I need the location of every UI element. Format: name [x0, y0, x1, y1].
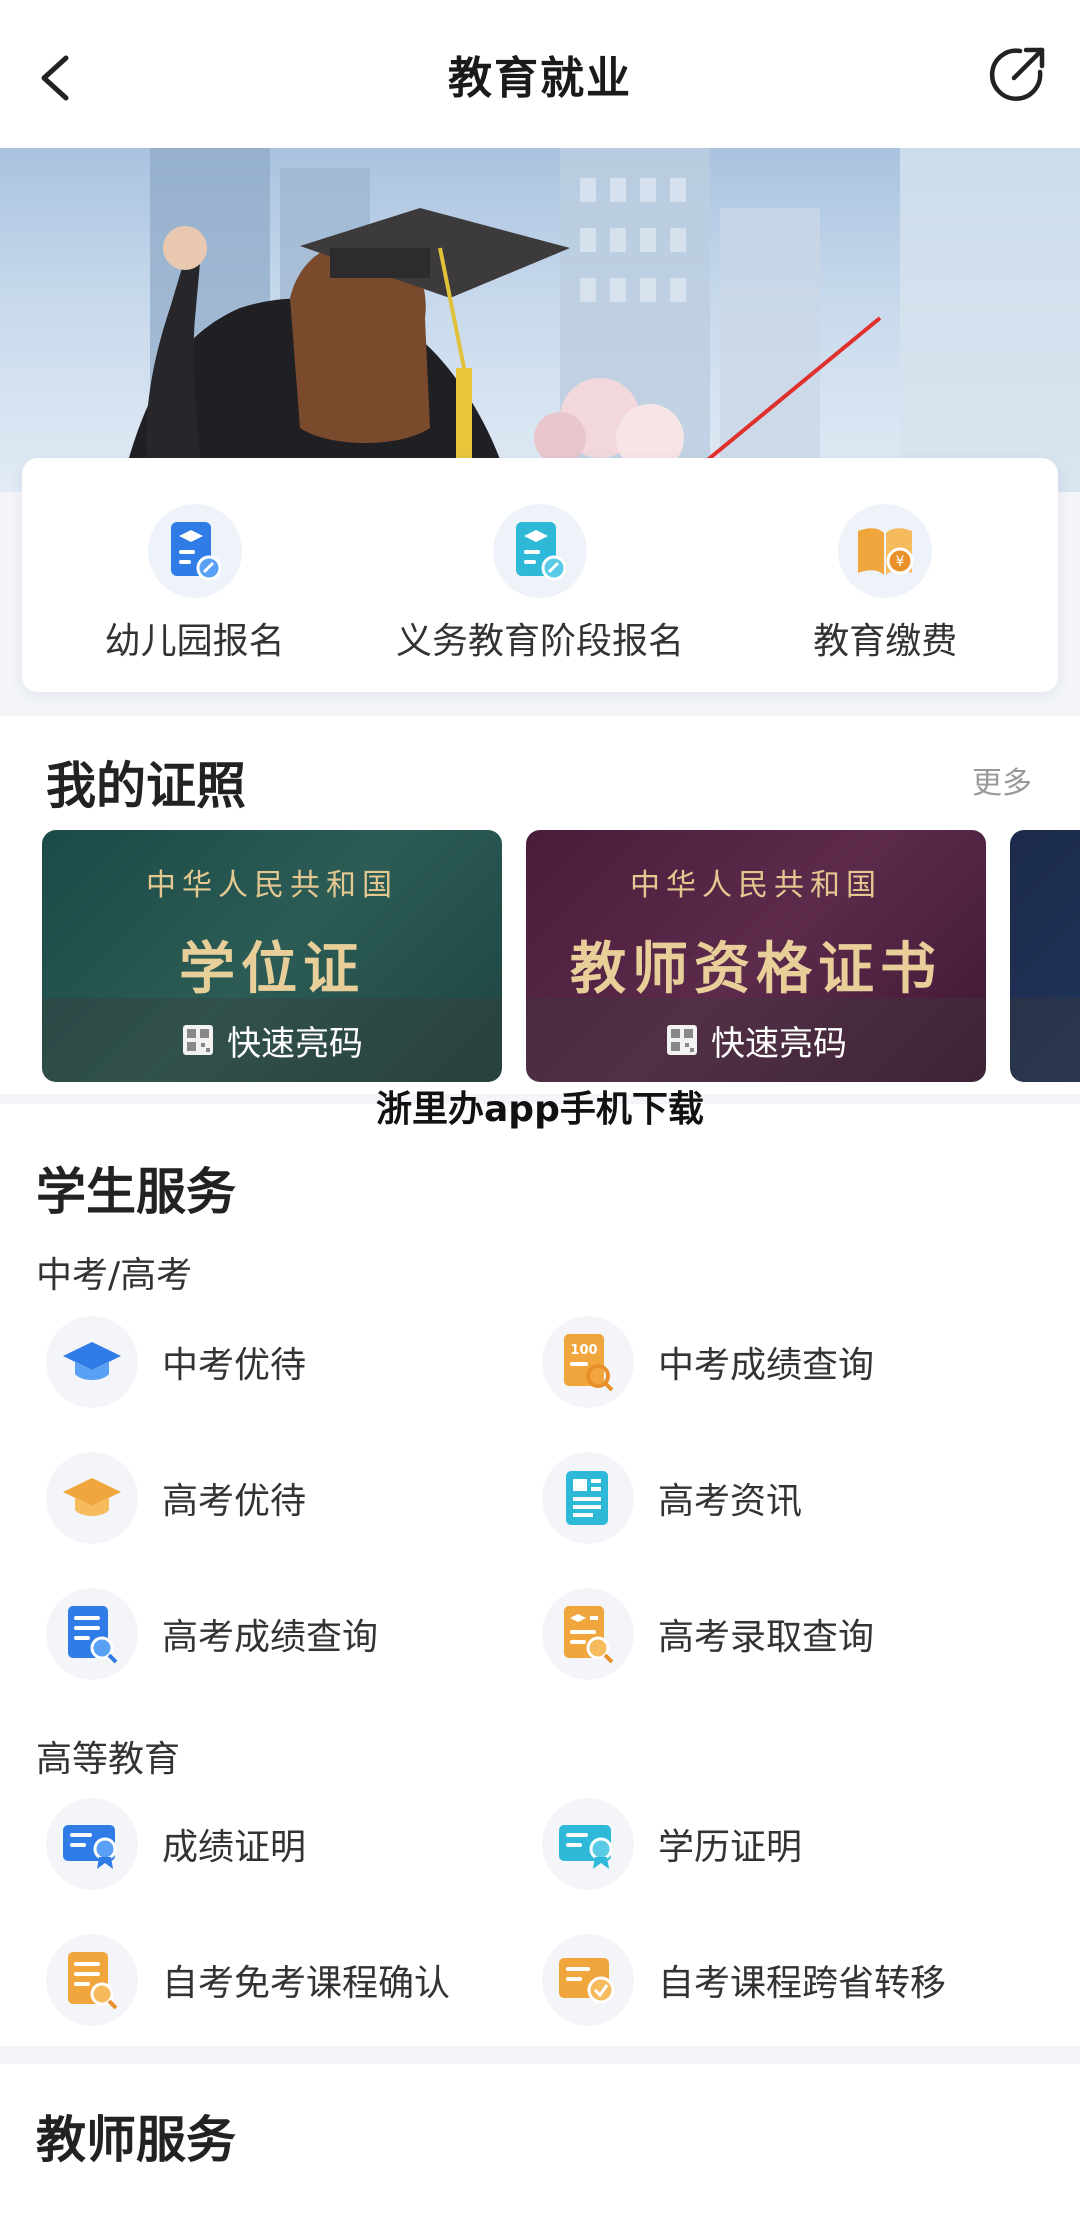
doc-search-icon [46, 1934, 138, 2026]
my-certificates-section: 我的证照 更多 中华人民共和国 学位证 快速亮码 中华人民共和国 教师资格证书 [0, 716, 1080, 1094]
service-label: 高考成绩查询 [162, 1617, 379, 1658]
certificate-icon [46, 1798, 138, 1890]
banner-image [0, 148, 1080, 492]
quick-item-label: 幼儿园报名 [104, 621, 285, 662]
service-education-certificate[interactable]: 学历证明 [542, 1796, 802, 1892]
service-self-exam-transfer[interactable]: 自考课程跨省转移 [542, 1932, 946, 2028]
service-self-exam-exemption[interactable]: 自考免考课程确认 [46, 1932, 450, 2028]
grad-cap-icon [46, 1316, 138, 1408]
section-title: 学生服务 [36, 1163, 236, 1221]
quick-item-education-payment[interactable]: ¥ 教育缴费 [720, 504, 1050, 664]
admission-search-icon [542, 1588, 634, 1680]
qr-code-icon [183, 1025, 213, 1055]
certificate-bar [1010, 998, 1080, 1082]
svg-text:100: 100 [570, 1343, 597, 1358]
quick-item-label: 教育缴费 [813, 621, 958, 662]
student-services-section: 学生服务 中考/高考 中考优待 100 中考成绩查询 高考优待 高考资讯 高考成… [0, 1104, 1080, 2046]
quick-services-card: 幼儿园报名 义务教育阶段报名 ¥ 教育缴费 [22, 458, 1058, 692]
quick-show-code-label: 快速亮码 [227, 1023, 363, 1064]
teacher-services-section: 教师服务 [0, 2064, 1080, 2215]
group-title: 中考/高考 [36, 1255, 193, 1296]
section-title: 我的证照 [46, 757, 246, 815]
service-label: 成绩证明 [162, 1827, 307, 1868]
qr-code-icon [667, 1025, 697, 1055]
service-label: 中考成绩查询 [658, 1345, 875, 1386]
enroll-doc-icon [147, 504, 242, 598]
certificate-name: 学位证 [179, 936, 365, 1002]
section-title: 教师服务 [36, 2111, 236, 2169]
quick-show-code-button[interactable]: 快速亮码 [42, 998, 502, 1082]
service-gaokao-score[interactable]: 高考成绩查询 [46, 1586, 378, 1682]
service-zhongkao-score[interactable]: 100 中考成绩查询 [542, 1314, 874, 1410]
service-label: 自考免考课程确认 [162, 1963, 451, 2004]
certificate-issuer: 中华人民共和国 [146, 868, 398, 903]
service-label: 高考优待 [162, 1481, 307, 1522]
service-zhongkao-preferential[interactable]: 中考优待 [46, 1314, 306, 1410]
doc-search-icon [46, 1588, 138, 1680]
service-label: 高考录取查询 [658, 1617, 875, 1658]
quick-item-compulsory-education[interactable]: 义务教育阶段报名 [375, 504, 705, 664]
certificate-card-degree[interactable]: 中华人民共和国 学位证 快速亮码 [42, 830, 502, 1082]
certificate-card-partial[interactable] [1010, 830, 1080, 1082]
book-yuan-icon: ¥ [838, 504, 933, 598]
page: 教育就业 幼儿园报名 义务教育阶段报名 ¥ 教育缴费 我的证照 更多 中华人民共… [0, 0, 1080, 2215]
service-gaokao-news[interactable]: 高考资讯 [542, 1450, 802, 1546]
service-gaokao-admission[interactable]: 高考录取查询 [542, 1586, 874, 1682]
certificate-name: 教师资格证书 [570, 936, 942, 1002]
news-icon [542, 1452, 634, 1544]
service-score-certificate[interactable]: 成绩证明 [46, 1796, 306, 1892]
enroll-doc-icon [492, 504, 587, 598]
score-search-icon: 100 [542, 1316, 634, 1408]
certificate-card-teacher[interactable]: 中华人民共和国 教师资格证书 快速亮码 [526, 830, 986, 1082]
watermark-text: 浙里办app手机下载 [376, 1089, 704, 1130]
group-title: 高等教育 [36, 1739, 181, 1780]
share-external-icon[interactable] [984, 42, 1050, 108]
quick-item-kindergarten[interactable]: 幼儿园报名 [30, 504, 360, 664]
top-bar: 教育就业 [0, 0, 1080, 148]
quick-item-label: 义务教育阶段报名 [395, 621, 684, 662]
quick-show-code-button[interactable]: 快速亮码 [526, 998, 986, 1082]
service-label: 自考课程跨省转移 [658, 1963, 947, 2004]
service-label: 中考优待 [162, 1345, 307, 1386]
quick-show-code-label: 快速亮码 [711, 1023, 847, 1064]
more-link[interactable]: 更多 [972, 758, 1032, 802]
service-gaokao-preferential[interactable]: 高考优待 [46, 1450, 306, 1546]
certificate-issuer: 中华人民共和国 [630, 868, 882, 903]
chevron-left-icon[interactable] [30, 50, 86, 106]
svg-text:¥: ¥ [896, 554, 905, 570]
doc-check-icon [542, 1934, 634, 2026]
certificate-icon [542, 1798, 634, 1890]
graduation-photo [120, 148, 1080, 492]
service-label: 学历证明 [658, 1827, 803, 1868]
page-title: 教育就业 [448, 53, 632, 104]
grad-cap-icon [46, 1452, 138, 1544]
service-label: 高考资讯 [658, 1481, 803, 1522]
